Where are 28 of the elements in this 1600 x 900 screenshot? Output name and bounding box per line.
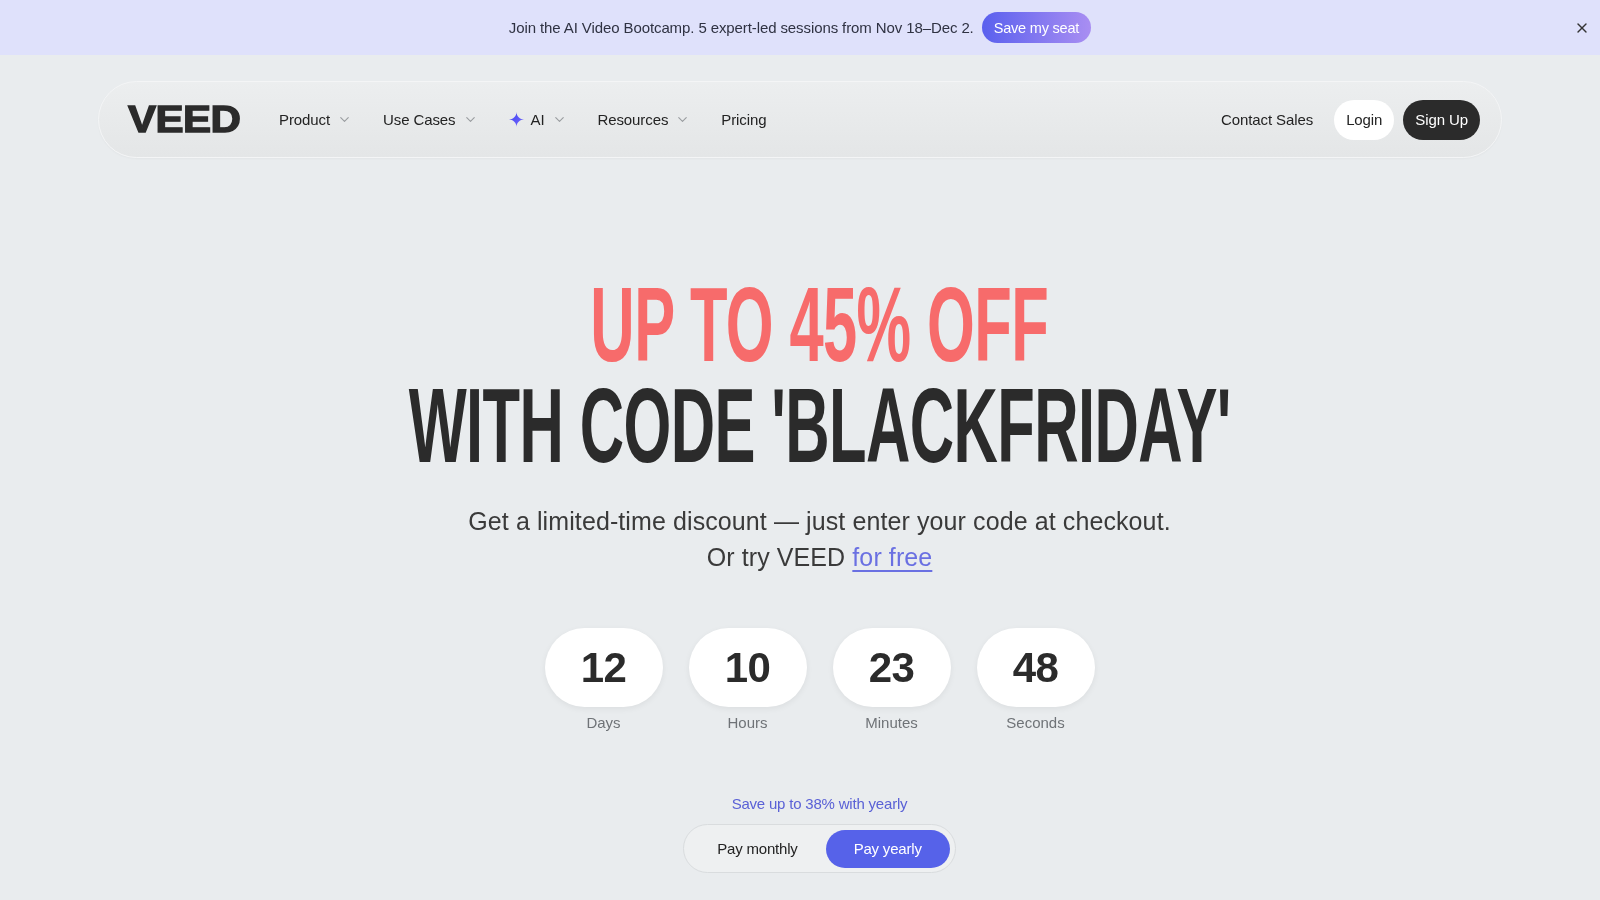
savings-note: Save up to 38% with yearly [731,794,908,814]
countdown-label: Hours [727,713,768,733]
countdown-value: 48 [976,628,1095,707]
nav-link[interactable]: Pricing [721,111,767,128]
countdown-label: Days [586,713,621,733]
announcement-text: Join the AI Video Bootcamp. 5 expert-led sessions from Nov 18–Dec 2. [508,19,974,36]
nav-menu-button[interactable]: AI [508,111,567,128]
headline-text: UP TO 45% OFF [590,274,1049,375]
billing-option[interactable]: Pay yearly [825,829,950,868]
billing-option[interactable]: Pay monthly [689,829,826,868]
signup-button[interactable]: Sign Up [1403,99,1480,140]
countdown-label: Minutes [865,713,918,733]
free-trial-link[interactable]: for free [852,543,933,571]
trial-text: Or try VEED for free [706,542,933,573]
logo[interactable]: VEED [128,101,241,138]
save-seat-button[interactable]: Save my seat [981,12,1092,43]
headline-text: WITH CODE 'BLACKFRIDAY' [408,375,1231,476]
subtitle-text: Get a limited-time discount — just enter your code at checkout. [468,506,1171,537]
nav-menu-button[interactable]: Product [279,111,353,128]
countdown-value: 10 [688,628,807,707]
countdown-value: 12 [544,628,663,707]
nav-menu-button[interactable]: Resources [597,111,691,128]
countdown-label: Seconds [1006,713,1065,733]
contact-link[interactable]: Contact Sales [1221,99,1314,140]
login-button[interactable]: Login [1334,99,1395,140]
countdown-value: 23 [832,628,951,707]
sparkle-icon [508,112,524,127]
nav-menu-button[interactable]: Use Cases [383,111,478,128]
